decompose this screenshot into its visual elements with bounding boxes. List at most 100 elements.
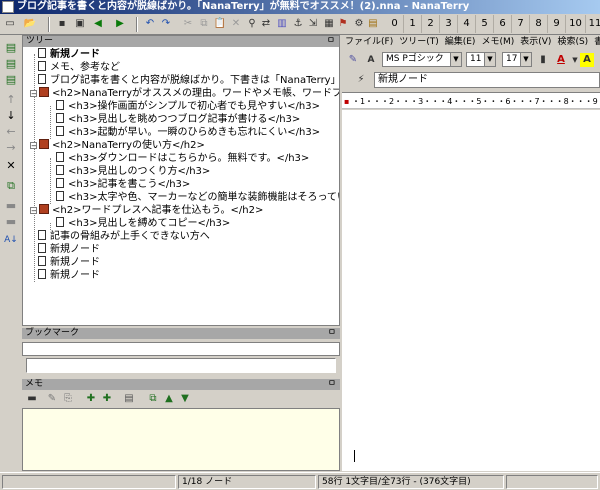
paste-icon[interactable]: 📋 (213, 17, 227, 31)
pin-icon[interactable]: ㅁ (327, 36, 335, 47)
tab-number[interactable]: 7 (512, 15, 530, 33)
save-icon[interactable]: ▪ (55, 17, 69, 31)
bold-icon[interactable]: ▮ (536, 53, 550, 67)
tab-number[interactable]: 1 (404, 15, 422, 33)
move-left-icon[interactable]: ← (4, 125, 18, 139)
menu-tree[interactable]: ツリー(T) (396, 35, 442, 49)
export-icon[interactable]: ⇲ (306, 17, 320, 31)
move-up-icon[interactable]: ↑ (4, 93, 18, 107)
cut-icon[interactable]: ✂ (181, 17, 195, 31)
menu-format[interactable]: 書式(O) (591, 35, 600, 49)
pin-icon[interactable]: ㅁ (328, 328, 336, 339)
font-name-select[interactable]: MS Pゴシック ▼ (382, 52, 462, 67)
collapse-toggle-icon[interactable]: − (30, 207, 37, 215)
font-size-select[interactable]: 11 ▼ (466, 52, 496, 67)
copy-icon[interactable]: ⧉ (197, 17, 211, 31)
link-icon[interactable]: ⚑ (336, 17, 350, 31)
open-folder-icon[interactable]: 📂 (23, 17, 37, 31)
tree-node[interactable]: メモ、参考など (30, 61, 120, 74)
tab-number[interactable]: 5 (476, 15, 494, 33)
folder-icon[interactable]: ▤ (366, 17, 380, 31)
save-all-icon[interactable]: ▣ (73, 17, 87, 31)
highlight-icon[interactable]: A (580, 53, 594, 67)
table-icon[interactable]: ▦ (322, 17, 336, 31)
gear-icon[interactable]: ⚙ (352, 17, 366, 31)
forward-icon[interactable]: ▶ (113, 17, 127, 31)
tab-number[interactable]: 10 (566, 15, 586, 33)
tab-number[interactable]: 2 (422, 15, 440, 33)
copy-node-icon[interactable]: ⧉ (4, 179, 18, 193)
anchor-icon[interactable]: ⚓ (291, 17, 305, 31)
menu-edit[interactable]: 編集(E) (442, 35, 479, 49)
tab-number[interactable]: 6 (494, 15, 512, 33)
find-icon[interactable]: ⚲ (245, 17, 259, 31)
tree-node[interactable]: <h3>操作画面がシンプルで初心者でも見やすい</h3> (50, 100, 320, 113)
replace-icon[interactable]: ⇄ (259, 17, 273, 31)
tree-node[interactable]: 記事の骨組みが上手くできない方へ (30, 230, 210, 243)
memo-down-icon[interactable]: ▼ (178, 392, 192, 406)
line-spacing-select[interactable]: 17 ▼ (502, 52, 532, 67)
tab-number[interactable]: 4 (458, 15, 476, 33)
chart-icon[interactable]: ▥ (275, 17, 289, 31)
expand-icon[interactable]: ▬ (4, 215, 18, 229)
menu-memo[interactable]: メモ(M) (478, 35, 517, 49)
move-down-icon[interactable]: ↓ (4, 109, 18, 123)
memo-up-icon[interactable]: ▲ (162, 392, 176, 406)
tab-number[interactable]: 9 (548, 15, 566, 33)
menu-search[interactable]: 検索(S) (554, 35, 591, 49)
pin-icon[interactable]: ㅁ (328, 379, 336, 390)
undo-icon[interactable]: ↶ (143, 17, 157, 31)
memo-save-icon[interactable]: ⎘ (61, 392, 75, 406)
redo-icon[interactable]: ↷ (159, 17, 173, 31)
collapse-icon[interactable]: ▬ (4, 199, 18, 213)
ruler[interactable]: ▪ ・1・・・2・・・3・・・4・・・5・・・6・・・7・・・8・・・9・・ (342, 92, 600, 109)
memo-edit-icon[interactable]: ✎ (45, 392, 59, 406)
style-icon[interactable]: ✎ (346, 53, 360, 67)
tree-node[interactable]: <h3>ダウンロードはこちらから。無料です。</h3> (50, 152, 309, 165)
tree-node[interactable]: 新規ノード (30, 256, 100, 269)
add-node-icon[interactable]: ▤ (4, 41, 18, 55)
tree-node[interactable]: <h3>太字や色、マーカーなどの簡単な装飾機能はそろってい (50, 191, 339, 204)
tree-node[interactable]: <h3>起動が早い。一瞬のひらめきも忘れにくい</h3> (50, 126, 320, 139)
tree-node[interactable]: <h3>見出しを縛めてコピー</h3> (50, 217, 230, 230)
delete-node-icon[interactable]: ✕ (4, 159, 18, 173)
tree-node[interactable]: 新規ノード (30, 243, 100, 256)
tab-number[interactable]: 11 (586, 15, 600, 33)
tree-node[interactable]: − <h2>ワードプレスへ記事を仕込もう。</h2> (30, 204, 263, 217)
memo-add-icon[interactable]: ✚ (84, 392, 98, 406)
bookmark-input[interactable] (26, 358, 336, 373)
tree-node[interactable]: <h3>見出しのつくり方</h3> (50, 165, 210, 178)
add-sibling-node-icon[interactable]: ▤ (4, 73, 18, 87)
tree-node[interactable]: <h3>見出しを眺めつつブログ記事が書ける</h3> (50, 113, 300, 126)
collapse-toggle-icon[interactable]: − (30, 142, 37, 150)
tab-number[interactable]: 8 (530, 15, 548, 33)
tree-node[interactable]: − <h2>NanaTerryの使い方</h2> (30, 139, 205, 152)
move-right-icon[interactable]: → (4, 141, 18, 155)
tree-node[interactable]: 新規ノード (30, 48, 100, 61)
memo-add-child-icon[interactable]: ✚ (100, 392, 114, 406)
memo-textarea[interactable] (22, 408, 340, 471)
sort-az-icon[interactable]: A↓ (4, 233, 18, 247)
new-file-icon[interactable]: ▭ (3, 17, 17, 31)
memo-print-icon[interactable]: ▤ (122, 392, 136, 406)
tree-node[interactable]: − <h2>NanaTerryがオススメの理由。ワードやメモ帳、ワードプレス (30, 87, 339, 100)
menu-file[interactable]: ファイル(F) (342, 35, 396, 49)
memo-new-icon[interactable]: ▬ (25, 392, 39, 406)
collapse-toggle-icon[interactable]: − (30, 90, 37, 98)
add-child-node-icon[interactable]: ▤ (4, 57, 18, 71)
back-icon[interactable]: ◀ (91, 17, 105, 31)
tree-node[interactable]: <h3>記事を書こう</h3> (50, 178, 190, 191)
node-title-input[interactable]: 新規ノード (374, 72, 600, 88)
menu-view[interactable]: 表示(V) (517, 35, 554, 49)
tree-node[interactable]: ブログ記事を書くと内容が脱線ばかり。下書きは「NanaTerry」が (30, 74, 339, 87)
tree-view[interactable]: 新規ノード メモ、参考など ブログ記事を書くと内容が脱線ばかり。下書きは「NanaT… (23, 48, 339, 325)
delete-icon[interactable]: ✕ (229, 17, 243, 31)
tab-number[interactable]: 3 (440, 15, 458, 33)
tree-node[interactable]: 新規ノード (30, 269, 100, 282)
font-color-icon[interactable]: A (554, 53, 568, 67)
tab-number[interactable]: 0 (386, 15, 404, 33)
font-size-icon[interactable]: A (364, 53, 378, 67)
text-editor[interactable] (342, 110, 600, 471)
page-icon (38, 243, 46, 253)
memo-copy-icon[interactable]: ⧉ (146, 392, 160, 406)
